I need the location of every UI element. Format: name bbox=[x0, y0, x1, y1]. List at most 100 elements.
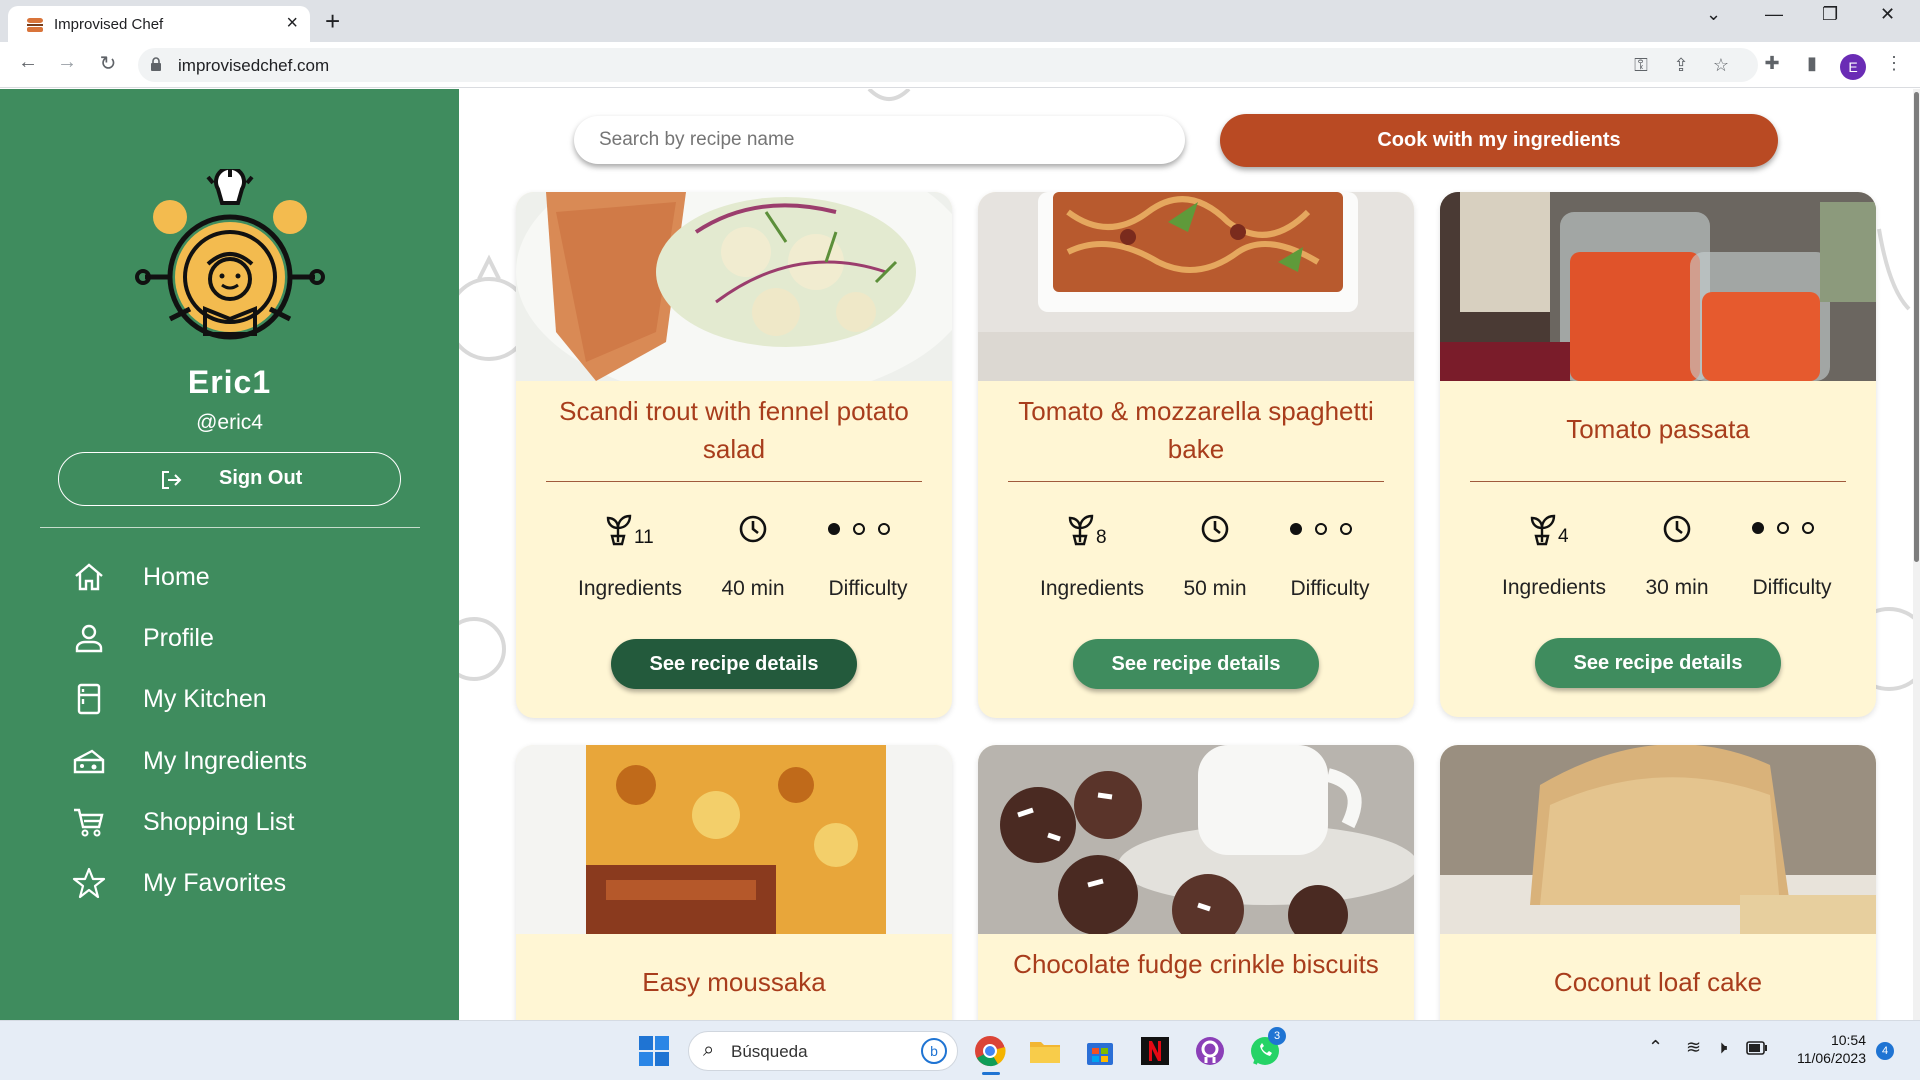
difficulty-dot-empty bbox=[853, 523, 865, 535]
os-taskbar: ⌕ Búsqueda b 3 ⌃ ≋ 🕨 10:54 11/06/2023 4 bbox=[0, 1020, 1920, 1080]
sidebar-item-profile[interactable]: Profile bbox=[72, 618, 412, 658]
key-icon[interactable]: ⚿ bbox=[1630, 55, 1652, 77]
cook-time: 30 min bbox=[1645, 576, 1709, 599]
notification-count-badge[interactable]: 4 bbox=[1876, 1042, 1894, 1060]
recipe-title: Chocolate fudge crinkle biscuits bbox=[1013, 949, 1379, 979]
sidebar-item-label: My Favorites bbox=[143, 869, 287, 897]
restore-icon[interactable]: ❐ bbox=[1822, 4, 1838, 25]
active-app-indicator bbox=[982, 1072, 1000, 1075]
github-desktop-icon[interactable] bbox=[1192, 1033, 1228, 1069]
omnibox[interactable]: improvisedchef.com ⚿ ⇪ ☆ bbox=[138, 48, 1758, 82]
microsoft-store-icon[interactable] bbox=[1082, 1033, 1118, 1069]
taskbar-search[interactable]: ⌕ Búsqueda b bbox=[688, 1031, 958, 1071]
minimize-icon[interactable]: — bbox=[1765, 4, 1783, 25]
difficulty-dot-filled bbox=[828, 523, 840, 535]
ingredients-label: Ingredients bbox=[1040, 577, 1144, 600]
star-icon bbox=[72, 867, 106, 899]
address-toolbar: ← → ↻ improvisedchef.com ⚿ ⇪ ☆ ✚ ▮ ⋮ bbox=[0, 42, 1920, 88]
windows-start-icon[interactable] bbox=[636, 1033, 672, 1069]
see-recipe-details-button[interactable]: See recipe details bbox=[611, 639, 857, 689]
sidebar-item-my-favorites[interactable]: My Favorites bbox=[72, 863, 412, 903]
recipe-card: Tomato & mozzarella spaghetti bake 8 Ing… bbox=[978, 192, 1414, 718]
cook-time: 40 min bbox=[721, 577, 785, 600]
battery-icon[interactable] bbox=[1746, 1041, 1768, 1055]
netflix-icon[interactable] bbox=[1137, 1033, 1173, 1069]
ingredients-count: 8 bbox=[1096, 527, 1107, 548]
difficulty-label: Difficulty bbox=[828, 577, 908, 600]
chevron-up-icon[interactable]: ⌃ bbox=[1648, 1037, 1663, 1058]
sign-out-button[interactable]: Sign Out bbox=[58, 452, 401, 506]
recipe-card: Coconut loaf cake bbox=[1440, 745, 1876, 1020]
sidebar-item-label: My Kitchen bbox=[143, 685, 267, 713]
recipe-search-input[interactable] bbox=[574, 116, 1185, 164]
fridge-icon bbox=[77, 683, 101, 715]
difficulty-dot-filled bbox=[1290, 523, 1302, 535]
sidebar-item-my-kitchen[interactable]: My Kitchen bbox=[72, 679, 412, 719]
ingredients-label: Ingredients bbox=[578, 577, 682, 600]
difficulty-dot-filled bbox=[1752, 522, 1764, 534]
chef-logo-icon bbox=[135, 169, 325, 340]
recipe-title: Tomato & mozzarella spaghetti bake bbox=[1018, 396, 1374, 464]
recipe-title: Scandi trout with fennel potato salad bbox=[559, 396, 909, 464]
burger-favicon-icon bbox=[27, 18, 43, 32]
difficulty-dot-empty bbox=[1315, 523, 1327, 535]
difficulty-label: Difficulty bbox=[1290, 577, 1370, 600]
back-arrow-icon[interactable]: ← bbox=[14, 51, 42, 79]
user-name: Eric1 bbox=[187, 364, 272, 400]
difficulty-label: Difficulty bbox=[1752, 576, 1832, 599]
wifi-icon[interactable]: ≋ bbox=[1686, 1037, 1701, 1058]
file-explorer-icon[interactable] bbox=[1027, 1033, 1063, 1069]
clock-icon bbox=[739, 515, 767, 543]
browser-menu-icon[interactable]: ⋮ bbox=[1883, 53, 1905, 75]
tab-close-icon[interactable]: × bbox=[286, 12, 298, 35]
recipe-card: Tomato passata 4 Ingredients 30 min Diff… bbox=[1440, 192, 1876, 717]
recipe-title: Easy moussaka bbox=[642, 967, 826, 997]
tab-search-chevron-icon[interactable]: ⌄ bbox=[1706, 4, 1721, 25]
sidebar-item-label: Profile bbox=[143, 624, 214, 652]
see-recipe-details-button[interactable]: See recipe details bbox=[1073, 639, 1319, 689]
card-divider bbox=[1008, 481, 1384, 482]
reload-icon[interactable]: ↻ bbox=[94, 51, 122, 79]
tab-title: Improvised Chef bbox=[54, 16, 164, 33]
chrome-icon[interactable] bbox=[972, 1033, 1008, 1069]
difficulty-dot-empty bbox=[878, 523, 890, 535]
browser-tab-strip: Improvised Chef × + ⌄ — ❐ ✕ bbox=[0, 0, 1920, 42]
new-tab-icon[interactable]: + bbox=[325, 6, 340, 37]
sidebar-item-my-ingredients[interactable]: My Ingredients bbox=[72, 741, 412, 781]
browser-tab[interactable]: Improvised Chef × bbox=[8, 6, 310, 42]
recipe-image-chocolate-biscuits bbox=[978, 745, 1414, 934]
ingredients-label: Ingredients bbox=[1502, 576, 1606, 599]
close-window-icon[interactable]: ✕ bbox=[1880, 4, 1895, 25]
clock-time: 10:54 bbox=[1830, 1032, 1866, 1048]
bookmark-star-icon[interactable]: ☆ bbox=[1710, 55, 1732, 77]
recipe-image-tomato-passata bbox=[1440, 192, 1876, 381]
sign-out-icon bbox=[162, 471, 182, 489]
sidebar-item-shopping-list[interactable]: Shopping List bbox=[72, 802, 412, 842]
card-divider bbox=[1470, 481, 1846, 482]
recipe-card: Scandi trout with fennel potato salad 11… bbox=[516, 192, 952, 718]
system-clock[interactable]: 10:54 11/06/2023 bbox=[1786, 1031, 1866, 1067]
side-panel-icon[interactable]: ▮ bbox=[1801, 53, 1823, 75]
cart-icon bbox=[74, 808, 104, 837]
profile-avatar[interactable]: E bbox=[1840, 54, 1866, 80]
cook-with-my-ingredients-button[interactable]: Cook with my ingredients bbox=[1220, 114, 1778, 167]
recipe-title: Tomato passata bbox=[1566, 414, 1750, 444]
sign-out-label: Sign Out bbox=[219, 467, 303, 489]
page-scrollbar-thumb[interactable] bbox=[1914, 92, 1919, 562]
sidebar-item-home[interactable]: Home bbox=[72, 557, 412, 597]
bing-icon[interactable]: b bbox=[921, 1038, 947, 1064]
forward-arrow-icon[interactable]: → bbox=[53, 51, 81, 79]
home-icon bbox=[75, 563, 103, 591]
sidebar-item-label: Shopping List bbox=[143, 808, 295, 836]
recipe-card: Chocolate fudge crinkle biscuits bbox=[978, 745, 1414, 1020]
ingredients-count: 11 bbox=[634, 527, 654, 548]
sidebar-item-label: Home bbox=[143, 563, 210, 591]
difficulty-dot-empty bbox=[1777, 522, 1789, 534]
extensions-puzzle-icon[interactable]: ✚ bbox=[1761, 53, 1783, 75]
cook-time: 50 min bbox=[1183, 577, 1247, 600]
see-recipe-details-button[interactable]: See recipe details bbox=[1535, 638, 1781, 688]
app-sidebar: Eric1 @eric4 Sign Out Home Profile My Ki… bbox=[0, 89, 459, 1020]
url-text: improvisedchef.com bbox=[178, 56, 330, 75]
share-icon[interactable]: ⇪ bbox=[1670, 55, 1692, 77]
volume-muted-icon[interactable]: 🕨 bbox=[1716, 1037, 1727, 1058]
